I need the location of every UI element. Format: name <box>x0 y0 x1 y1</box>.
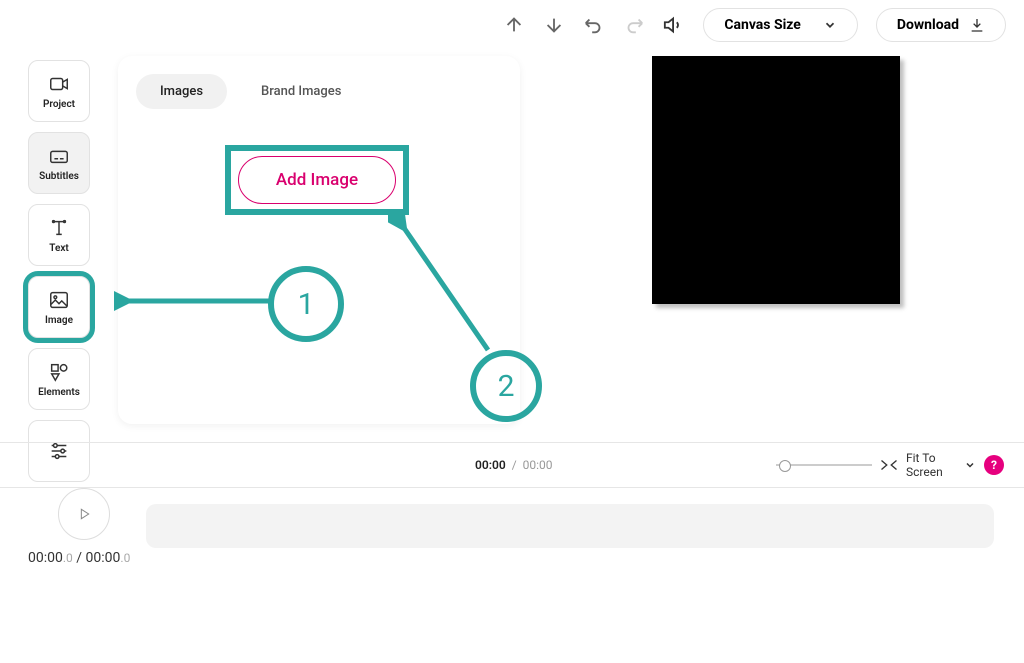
download-label: Download <box>897 17 959 33</box>
timeline-duration-frac: .0 <box>120 551 130 565</box>
annotation-step-1: 1 <box>268 266 344 342</box>
canvas-size-button[interactable]: Canvas Size <box>703 8 858 42</box>
elements-icon <box>48 361 70 383</box>
fit-screen-icon <box>880 458 898 472</box>
panel-tabs: Images Brand Images <box>136 74 502 109</box>
zoom-slider[interactable] <box>776 464 872 466</box>
image-label: Image <box>45 315 73 326</box>
play-button[interactable] <box>58 488 110 540</box>
tab-images[interactable]: Images <box>136 74 227 109</box>
video-icon <box>48 73 70 95</box>
top-toolbar: Canvas Size Download <box>503 8 1006 42</box>
fit-to-screen-label[interactable]: Fit To Screen <box>906 451 956 480</box>
text-label: Text <box>49 243 69 254</box>
elements-label: Elements <box>38 387 80 398</box>
annotation-step-2: 2 <box>470 350 542 422</box>
add-image-highlight: Add Image <box>225 145 409 215</box>
play-icon <box>76 506 92 522</box>
add-image-button[interactable]: Add Image <box>238 156 396 204</box>
tab-brand-images[interactable]: Brand Images <box>237 74 365 109</box>
timecode-duration: 00:00 <box>523 458 553 472</box>
timecode-sep: / <box>512 458 517 472</box>
annotation-arrow-2 <box>388 215 508 355</box>
canvas-preview[interactable] <box>652 56 900 304</box>
sidebar-item-elements[interactable]: Elements <box>28 348 90 410</box>
timeline-duration: 00:00 <box>86 550 121 566</box>
timecode-display: 00:00 / 00:00 <box>475 458 553 472</box>
project-label: Project <box>43 99 75 110</box>
timeline-current: 00:00 <box>28 550 63 566</box>
sidebar-item-text[interactable]: Text <box>28 204 90 266</box>
subtitles-icon <box>48 145 70 167</box>
move-up-icon[interactable] <box>503 14 525 36</box>
chevron-down-icon <box>823 18 837 32</box>
annotation-arrow-1 <box>114 290 274 312</box>
sidebar: Project Subtitles Text Image Elements <box>28 60 90 482</box>
help-button[interactable]: ? <box>984 455 1004 475</box>
timecode-bar: 00:00 / 00:00 Fit To Screen ? <box>0 442 1024 488</box>
text-icon <box>48 217 70 239</box>
timeline-track[interactable] <box>146 504 994 548</box>
timeline-area: 00:00.0 / 00:00.0 <box>0 488 1024 608</box>
canvas-size-label: Canvas Size <box>724 17 801 33</box>
sidebar-item-subtitles[interactable]: Subtitles <box>28 132 90 194</box>
sidebar-item-project[interactable]: Project <box>28 60 90 122</box>
timecode-current: 00:00 <box>475 458 506 472</box>
zoom-controls: Fit To Screen ? <box>776 451 1004 480</box>
chevron-down-icon[interactable] <box>964 459 976 471</box>
timeline-timecode: 00:00.0 / 00:00.0 <box>28 550 130 566</box>
volume-icon[interactable] <box>663 14 685 36</box>
download-button[interactable]: Download <box>876 8 1006 42</box>
timeline-current-frac: .0 <box>63 551 73 565</box>
sidebar-item-image[interactable]: Image <box>28 276 90 338</box>
undo-icon[interactable] <box>583 14 605 36</box>
redo-icon[interactable] <box>623 14 645 36</box>
download-icon <box>969 17 985 33</box>
subtitles-label: Subtitles <box>39 171 79 182</box>
image-icon <box>48 289 70 311</box>
timeline-sep: / <box>73 550 86 566</box>
move-down-icon[interactable] <box>543 14 565 36</box>
